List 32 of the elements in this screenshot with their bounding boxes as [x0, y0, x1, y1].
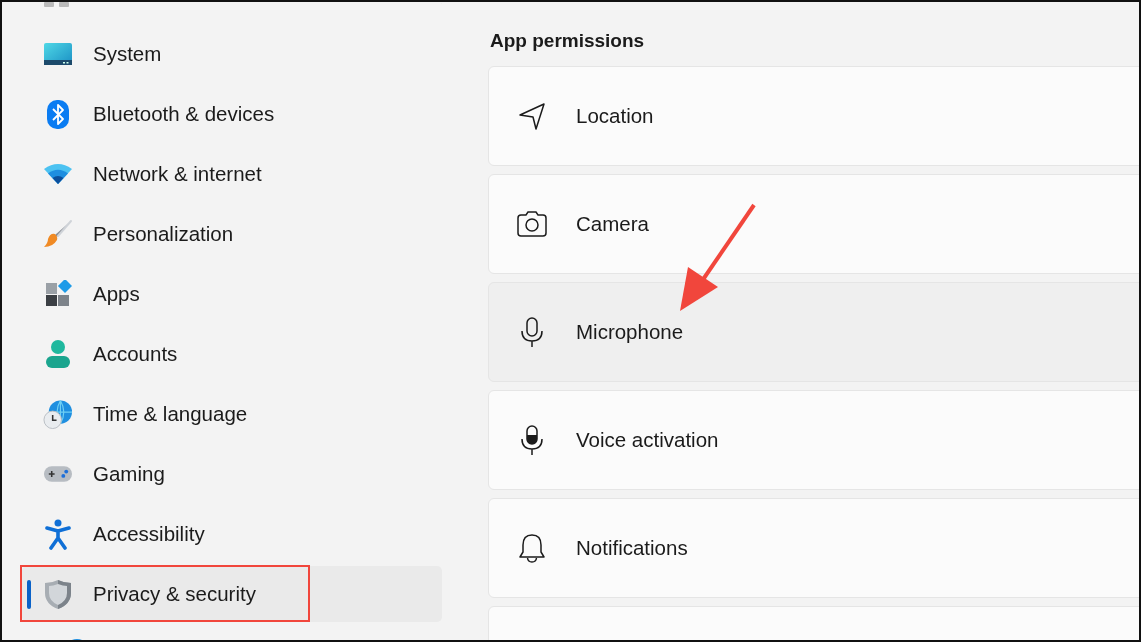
- permission-card[interactable]: Location: [488, 66, 1139, 166]
- permission-card[interactable]: Camera: [488, 174, 1139, 274]
- globe-clock-icon: [43, 398, 73, 430]
- shield-icon: [44, 578, 72, 610]
- camera-icon: [516, 210, 548, 238]
- bell-icon: [518, 532, 546, 564]
- microphone-icon: [520, 424, 544, 456]
- sidebar-item[interactable]: Network & internet: [22, 146, 442, 202]
- accessibility-icon: [45, 518, 71, 550]
- sidebar-item[interactable]: Accounts: [22, 326, 442, 382]
- apps-icon: [44, 280, 72, 308]
- section-heading: App permissions: [490, 30, 645, 52]
- person-icon: [45, 339, 71, 369]
- sidebar-item[interactable]: Personalization: [22, 206, 442, 262]
- sidebar-item[interactable]: Bluetooth & devices: [22, 86, 442, 142]
- gamepad-icon: [43, 464, 73, 484]
- permission-card[interactable]: Microphone: [488, 282, 1139, 382]
- permission-card[interactable]: Voice activation: [488, 390, 1139, 490]
- paintbrush-icon: [43, 219, 73, 249]
- sidebar-item[interactable]: Accessibility: [22, 506, 442, 562]
- bluetooth-icon: [46, 98, 70, 130]
- sidebar-item[interactable]: Apps: [22, 266, 442, 322]
- sidebar-item[interactable]: Time & language: [22, 386, 442, 442]
- selection-indicator: [27, 580, 31, 609]
- permission-card[interactable]: Notifications: [488, 498, 1139, 598]
- microphone-icon: [520, 316, 544, 348]
- sidebar-item[interactable]: Gaming: [22, 446, 442, 502]
- monitor-icon: [43, 42, 73, 66]
- navigation-arrow-icon: [518, 102, 546, 130]
- sidebar-item[interactable]: Privacy & security: [22, 566, 442, 622]
- wifi-icon: [43, 163, 73, 185]
- sidebar-item[interactable]: System: [22, 26, 442, 82]
